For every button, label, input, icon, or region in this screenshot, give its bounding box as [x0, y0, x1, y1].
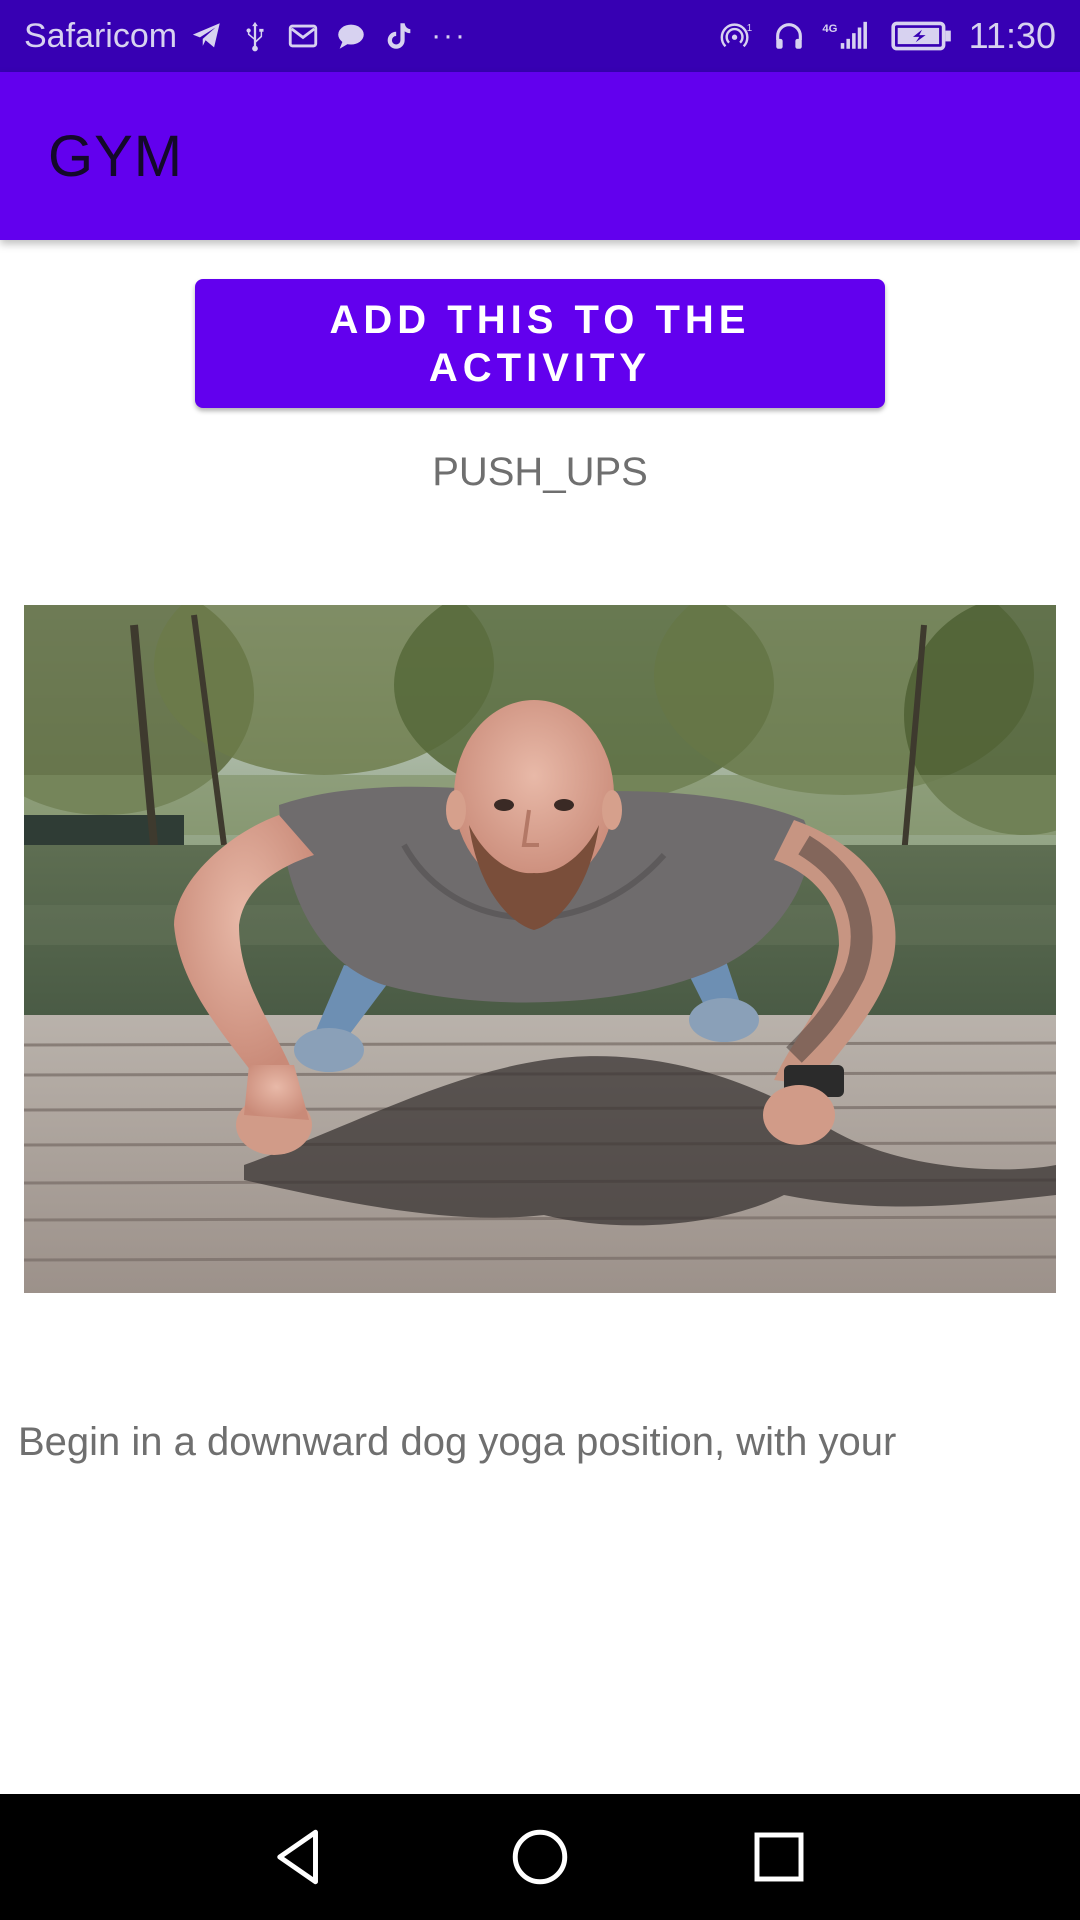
exercise-photo	[24, 605, 1056, 1293]
exercise-name: PUSH_UPS	[432, 450, 648, 494]
app-bar: GYM	[0, 72, 1080, 240]
status-left: Safaricom ···	[24, 0, 709, 72]
screen: Safaricom ··· 1 4G 11:30 GYM ADD THIS TO…	[0, 0, 1080, 1920]
status-bar: Safaricom ··· 1 4G 11:30	[0, 0, 1080, 72]
push-up-illustration	[24, 605, 1056, 1293]
battery-charging-icon	[889, 16, 955, 56]
status-right: 1 4G 11:30	[709, 0, 1056, 72]
recents-icon[interactable]	[746, 1824, 812, 1890]
tiktok-icon	[379, 16, 419, 56]
message-icon	[331, 16, 371, 56]
hotspot-icon: 1	[713, 16, 761, 56]
network-type-label: 4G	[822, 23, 837, 35]
home-icon[interactable]	[507, 1824, 573, 1890]
clock-time: 11:30	[968, 15, 1056, 56]
app-title: GYM	[48, 123, 184, 189]
headphones-icon	[769, 16, 809, 56]
signal-icon: 4G	[817, 16, 873, 56]
carrier-name: Safaricom	[24, 16, 178, 55]
navigation-bar	[0, 1794, 1080, 1920]
usb-icon	[235, 16, 275, 56]
telegram-icon	[187, 16, 227, 56]
gmail-icon	[283, 16, 323, 56]
back-icon[interactable]	[266, 1824, 332, 1890]
more-notifications: ···	[431, 19, 468, 52]
hotspot-badge: 1	[746, 23, 751, 34]
add-to-activity-button[interactable]: ADD THIS TO THE ACTIVITY	[195, 279, 885, 408]
exercise-description: Begin in a downward dog yoga position, w…	[18, 1420, 897, 1464]
